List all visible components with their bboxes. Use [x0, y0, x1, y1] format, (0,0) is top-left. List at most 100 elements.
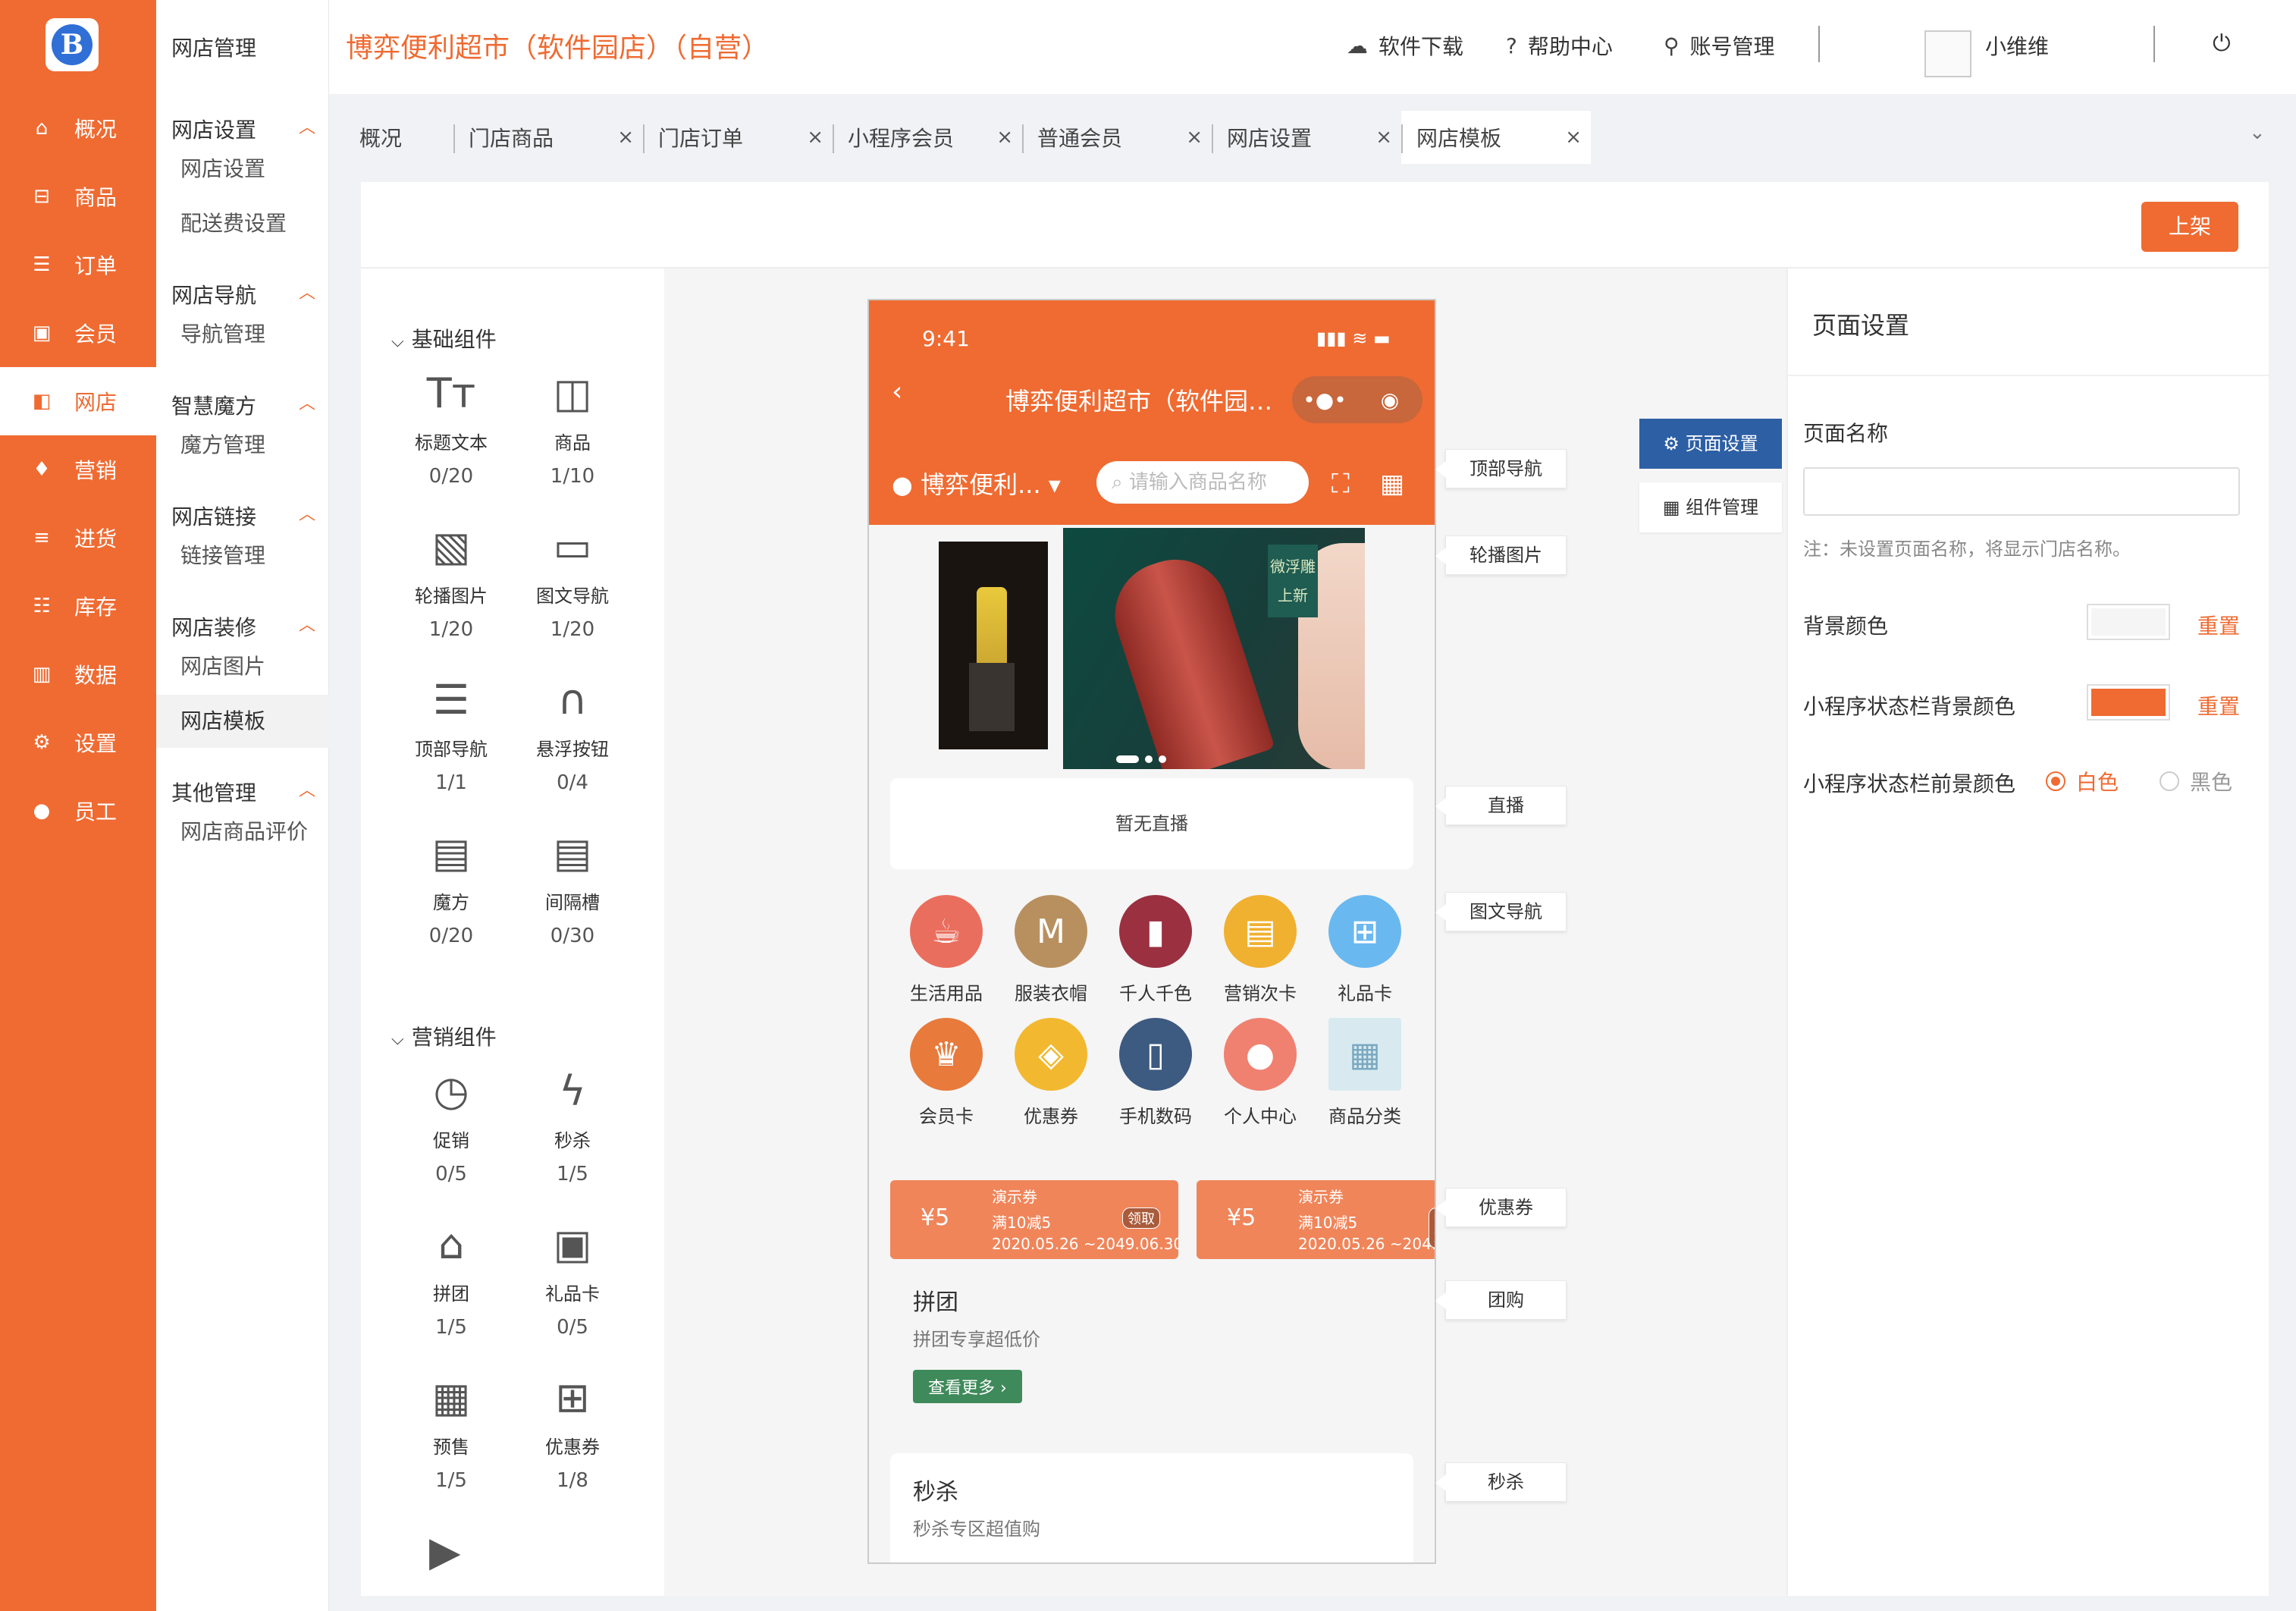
close-icon[interactable]: ×: [1375, 126, 1392, 149]
component-gift-card[interactable]: ▣ 礼品卡 0/5: [516, 1218, 629, 1339]
tab-6[interactable]: 网店模板 ×: [1401, 111, 1591, 164]
sidebar-item-5[interactable]: ♦ 营销: [0, 435, 156, 504]
chevron-down-icon[interactable]: ⌄: [2249, 121, 2266, 144]
component-cube-grid[interactable]: ▤ 魔方 0/20: [394, 827, 508, 947]
component-group-buy[interactable]: ⌂ 拼团 1/5: [394, 1218, 508, 1339]
component-headset[interactable]: ∩ 悬浮按钮 0/4: [516, 674, 629, 794]
subnav-item[interactable]: 魔方管理: [156, 419, 329, 472]
status-bg-color-picker[interactable]: [2087, 684, 2170, 721]
section-label[interactable]: 优惠券: [1435, 1188, 1567, 1227]
subnav-group-1[interactable]: 网店导航 ︿: [171, 279, 323, 309]
tab-3[interactable]: 小程序会员 ×: [833, 111, 1022, 164]
page-settings-tab[interactable]: ⚙ 页面设置: [1639, 419, 1782, 469]
carousel-slide-prev[interactable]: [939, 542, 1048, 749]
qr-code-icon[interactable]: ▦: [1380, 469, 1404, 499]
coupon-card[interactable]: ¥5演示券满10减52020.05.26 ~2049.06.30领取: [1197, 1180, 1435, 1259]
subnav-group-2[interactable]: 智慧魔方 ︿: [171, 390, 323, 420]
bg-color-picker[interactable]: [2087, 604, 2170, 640]
seckill-block[interactable]: 秒杀 秒杀专区超值购: [890, 1453, 1413, 1562]
power-icon[interactable]: ⏻: [2213, 30, 2231, 57]
subnav-item[interactable]: 链接管理: [156, 529, 329, 583]
component-product-bag[interactable]: ◫ 商品 1/10: [516, 367, 629, 488]
sidebar-item-3[interactable]: ▣ 会员: [0, 299, 156, 367]
grid-nav-item[interactable]: ▦ 商品分类: [1319, 1018, 1410, 1128]
help-center-button[interactable]: ? 帮助中心: [1506, 30, 1613, 61]
view-more-button[interactable]: 查看更多 ›: [913, 1370, 1022, 1403]
sidebar-item-6[interactable]: ≡ 进货: [0, 504, 156, 572]
grid-nav-item[interactable]: ⊞ 礼品卡: [1319, 895, 1410, 1005]
user-avatar[interactable]: [1924, 30, 1971, 77]
mini-program-capsule[interactable]: •●• ◉: [1292, 376, 1422, 423]
close-circle-icon[interactable]: ◉: [1357, 388, 1422, 413]
sidebar-item-10[interactable]: ● 员工: [0, 777, 156, 845]
scan-icon[interactable]: ⛶: [1331, 469, 1350, 499]
username[interactable]: 小维维: [1985, 30, 2049, 61]
carousel-slide-current[interactable]: 微浮雕上新: [1063, 528, 1365, 769]
tab-2[interactable]: 门店订单 ×: [643, 111, 833, 164]
tv-icon[interactable]: ▶: [429, 1528, 461, 1575]
fg-white-radio[interactable]: 白色: [2046, 766, 2119, 796]
sidebar-item-0[interactable]: ⌂ 概况: [0, 94, 156, 162]
grid-nav-item[interactable]: ♛ 会员卡: [901, 1018, 992, 1128]
grid-nav-item[interactable]: M 服装衣帽: [1005, 895, 1096, 1005]
app-logo[interactable]: B: [45, 18, 99, 71]
section-label[interactable]: 直播: [1435, 786, 1567, 825]
bg-color-reset[interactable]: 重置: [2197, 610, 2240, 640]
section-label[interactable]: 团购: [1435, 1280, 1567, 1320]
subnav-group-4[interactable]: 网店装修 ︿: [171, 611, 323, 642]
section-label[interactable]: 轮播图片: [1435, 535, 1567, 575]
grid-nav-item[interactable]: ● 个人中心: [1215, 1018, 1306, 1128]
sidebar-item-1[interactable]: ⊟ 商品: [0, 162, 156, 231]
section-label[interactable]: 顶部导航: [1435, 449, 1567, 488]
close-icon[interactable]: ×: [617, 126, 634, 149]
back-icon[interactable]: ‹: [892, 376, 902, 407]
group-buy-block[interactable]: 拼团 拼团专享超低价 查看更多 ›: [890, 1264, 1413, 1423]
close-icon[interactable]: ×: [807, 126, 823, 149]
tab-4[interactable]: 普通会员 ×: [1022, 111, 1212, 164]
download-button[interactable]: ☁ 软件下载: [1347, 30, 1463, 61]
subnav-group-5[interactable]: 其他管理 ︿: [171, 777, 323, 807]
component-ticket[interactable]: ⊞ 优惠券 1/8: [516, 1371, 629, 1492]
phone-search-input[interactable]: ⌕ 请输入商品名称: [1096, 461, 1309, 504]
subnav-item[interactable]: 网店图片: [156, 640, 329, 693]
component-carousel-image[interactable]: ▧ 轮播图片 1/20: [394, 520, 508, 641]
status-bg-reset[interactable]: 重置: [2197, 690, 2240, 721]
fg-black-radio[interactable]: 黑色: [2160, 766, 2232, 796]
live-stream-block[interactable]: 暂无直播: [890, 778, 1413, 869]
subnav-item[interactable]: 网店设置: [156, 143, 329, 196]
coupon-card[interactable]: ¥5演示券满10减52020.05.26 ~2049.06.30领取: [890, 1180, 1178, 1259]
sidebar-item-7[interactable]: ☷ 库存: [0, 572, 156, 640]
page-name-input[interactable]: [1803, 467, 2240, 516]
subnav-item[interactable]: 网店商品评价: [156, 806, 329, 859]
subnav-item[interactable]: 网店模板: [156, 695, 329, 748]
subnav-group-3[interactable]: 网店链接 ︿: [171, 501, 323, 531]
close-icon[interactable]: ×: [1186, 126, 1203, 149]
publish-button[interactable]: 上架: [2141, 202, 2238, 252]
close-icon[interactable]: ×: [1565, 126, 1582, 149]
tab-5[interactable]: 网店设置 ×: [1212, 111, 1401, 164]
section-label[interactable]: 图文导航: [1435, 892, 1567, 931]
coupon-get-button[interactable]: 领取: [1122, 1207, 1160, 1229]
grid-nav-item[interactable]: ◈ 优惠券: [1005, 1018, 1096, 1128]
grid-nav-item[interactable]: ☕ 生活用品: [901, 895, 992, 1005]
subnav-item[interactable]: 配送费设置: [156, 197, 329, 250]
location-selector[interactable]: ● 博弈便利... ▾: [892, 466, 1061, 501]
component-spacer-grid[interactable]: ▤ 间隔槽 0/30: [516, 827, 629, 947]
account-button[interactable]: ⚲ 账号管理: [1664, 30, 1775, 61]
grid-nav-item[interactable]: ▯ 手机数码: [1110, 1018, 1201, 1128]
sidebar-item-4[interactable]: ◧ 网店: [0, 367, 156, 435]
phone-top-nav[interactable]: 9:41 ▮▮▮ ≋ ▬ ‹ 博弈便利超市（软件园店） •●• ◉ ● 博弈便利…: [869, 300, 1435, 525]
section-label[interactable]: 秒杀: [1435, 1462, 1567, 1502]
grid-nav-item[interactable]: ▮ 千人千色: [1110, 895, 1201, 1005]
sidebar-item-8[interactable]: ▥ 数据: [0, 640, 156, 708]
component-timer[interactable]: ◷ 促销 0/5: [394, 1065, 508, 1185]
more-icon[interactable]: •●•: [1292, 388, 1357, 413]
grid-nav-item[interactable]: ▤ 营销次卡: [1215, 895, 1306, 1005]
sidebar-item-2[interactable]: ☰ 订单: [0, 231, 156, 299]
component-calendar[interactable]: ▦ 预售 1/5: [394, 1371, 508, 1492]
component-lightning[interactable]: ϟ 秒杀 1/5: [516, 1065, 629, 1185]
component-management-tab[interactable]: ▦ 组件管理: [1639, 482, 1782, 532]
close-icon[interactable]: ×: [996, 126, 1013, 149]
basic-components-header[interactable]: ⌵ 基础组件: [391, 323, 497, 353]
tab-0[interactable]: 概况: [359, 111, 453, 164]
